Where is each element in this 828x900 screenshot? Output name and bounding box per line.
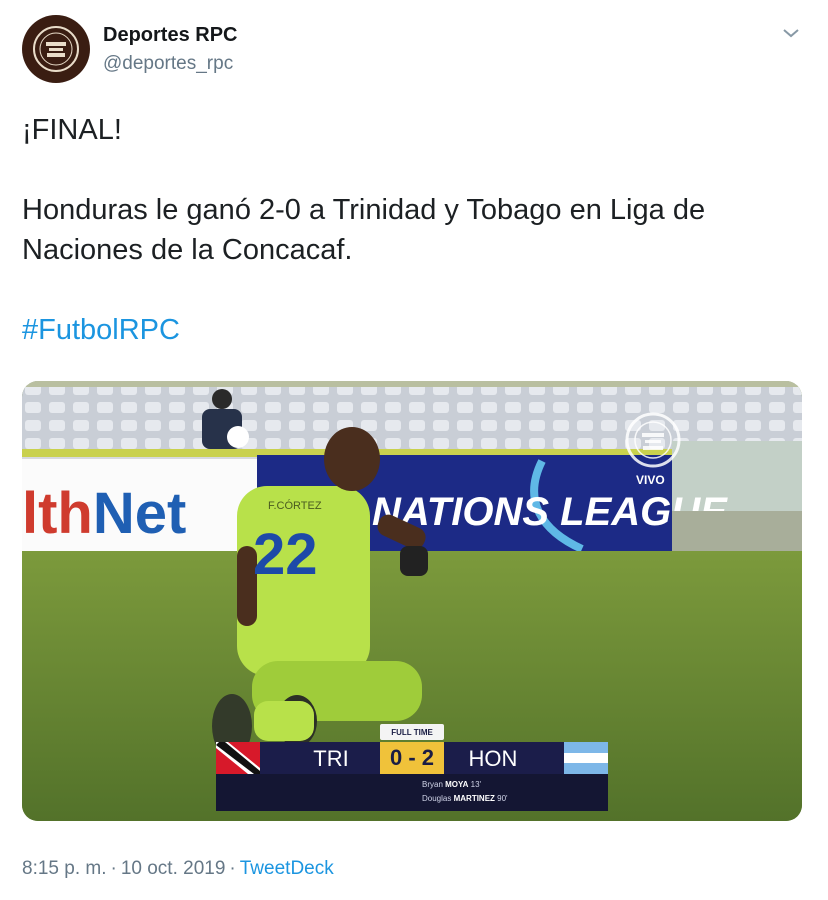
author-handle[interactable]: @deportes_rpc	[103, 53, 233, 75]
tweet-text: ¡FINAL! Honduras le ganó 2-0 a Trinidad …	[22, 110, 802, 350]
banner-left-blue: Net	[93, 481, 186, 546]
avatar[interactable]	[22, 15, 90, 83]
tweet-time[interactable]: 8:15 p. m.	[22, 858, 107, 879]
banner-left-red: lth	[22, 481, 93, 546]
jersey-name: F.CÓRTEZ	[268, 499, 322, 512]
vivo-label: VIVO	[636, 473, 665, 487]
tweet-headline: ¡FINAL!	[22, 114, 122, 146]
author-name[interactable]: Deportes RPC	[103, 24, 237, 47]
trinidad-flag-icon	[216, 742, 260, 774]
honduras-flag-icon	[564, 742, 608, 774]
away-team: HON	[468, 746, 518, 771]
vivo-watermark: VIVO	[624, 411, 682, 491]
scorer-row: Bryan MOYA 13'	[422, 780, 482, 789]
source-link[interactable]: TweetDeck	[240, 858, 334, 879]
svg-text:lthNet: lthNet	[22, 481, 186, 546]
scoreboard: FULL TIME TRI 0 - 2 HON Bryan MOYA 13' D…	[216, 724, 608, 811]
tweet-body: Honduras le ganó 2-0 a Trinidad y Tobago…	[22, 194, 706, 266]
hashtag-link[interactable]: #FutbolRPC	[22, 310, 802, 350]
tweet-date[interactable]: 10 oct. 2019	[121, 858, 226, 879]
rpc-watermark-icon	[625, 412, 681, 468]
full-time-label: FULL TIME	[380, 724, 444, 740]
tweet-timestamp: 8:15 p. m. · 10 oct. 2019 · TweetDeck	[22, 858, 334, 879]
score: 0 - 2	[380, 742, 444, 774]
scorer-row: Douglas MARTINEZ 90'	[422, 794, 508, 803]
jersey-number: 22	[253, 522, 318, 587]
home-team: TRI	[313, 746, 349, 771]
tweet-image[interactable]: lthNet NATIONS LEAGUE 22 F.CÓRTEZ VIVO F…	[22, 381, 802, 821]
scorers-panel: Bryan MOYA 13' Douglas MARTINEZ 90'	[216, 774, 608, 811]
more-options-chevron-down-icon[interactable]	[778, 22, 804, 44]
rpc-logo-icon	[33, 26, 79, 72]
